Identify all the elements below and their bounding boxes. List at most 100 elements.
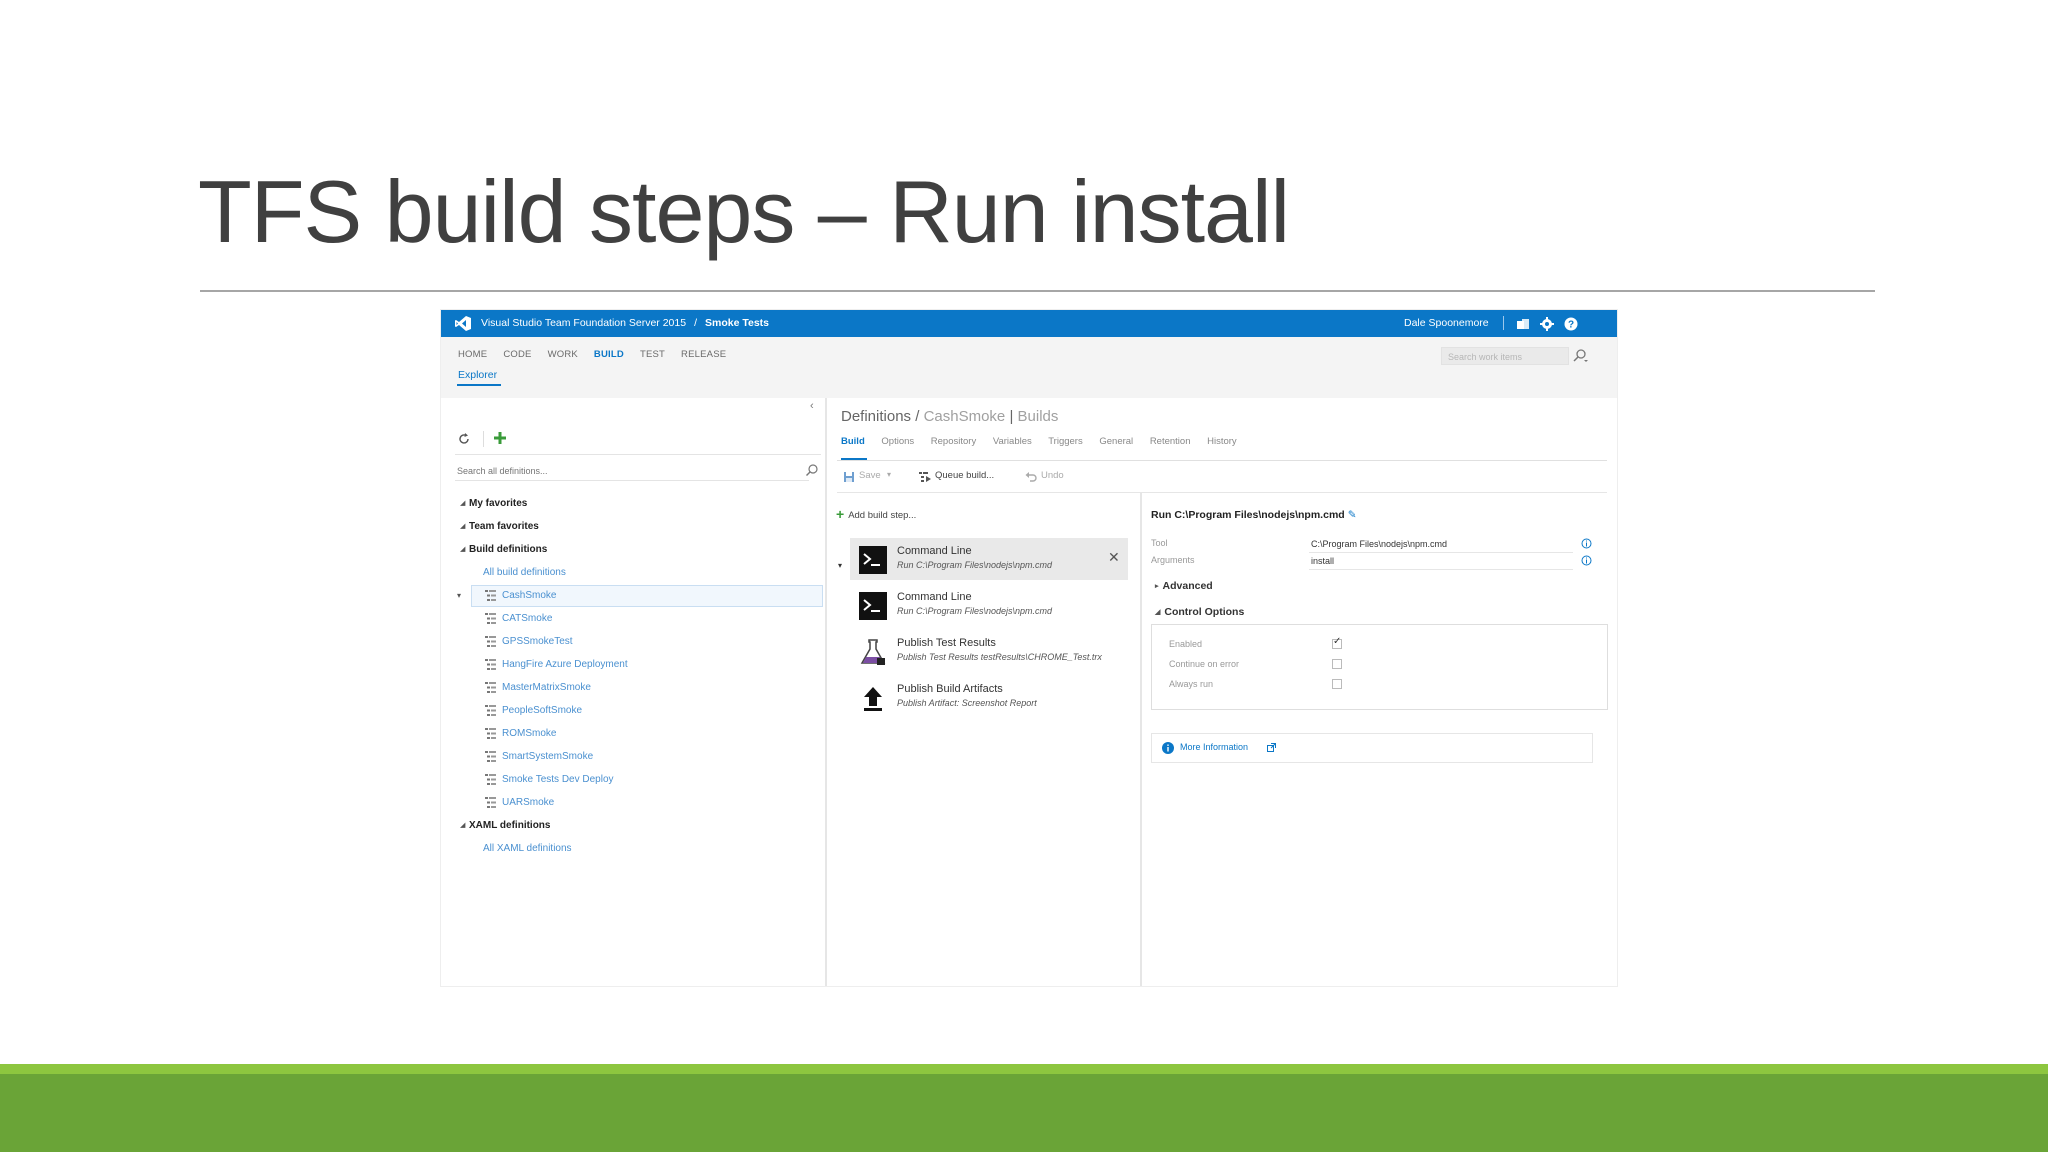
- definition-name: CATSmoke: [502, 613, 553, 624]
- search-icon[interactable]: [805, 463, 819, 477]
- tab-triggers[interactable]: Triggers: [1048, 436, 1083, 447]
- step-menu-caret-icon[interactable]: ▾: [838, 561, 842, 570]
- server-name[interactable]: Visual Studio Team Foundation Server 201…: [481, 317, 686, 329]
- tool-input[interactable]: [1309, 536, 1573, 553]
- breadcrumb-separator: /: [915, 408, 920, 425]
- tab-options[interactable]: Options: [881, 436, 914, 447]
- all-build-definitions-link[interactable]: All build definitions: [441, 561, 825, 584]
- edit-pencil-icon[interactable]: ✎: [1348, 509, 1357, 521]
- team-rooms-icon[interactable]: [1515, 316, 1531, 332]
- external-link-icon[interactable]: [1267, 743, 1276, 752]
- help-icon[interactable]: ?: [1563, 316, 1579, 332]
- always-run-checkbox[interactable]: [1332, 679, 1342, 689]
- expand-caret-icon[interactable]: ◢: [460, 538, 465, 561]
- search-icon[interactable]: [1572, 348, 1588, 364]
- expand-caret-icon[interactable]: ◢: [460, 515, 465, 538]
- hub-tabs: HOME CODE WORK BUILD TEST RELEASE: [458, 349, 742, 360]
- tfs-screenshot: Visual Studio Team Foundation Server 201…: [441, 310, 1617, 986]
- tree-item-smartsystemsmoke[interactable]: SmartSystemSmoke: [441, 745, 825, 768]
- build-definition-icon: [485, 774, 496, 785]
- build-step-item[interactable]: Publish Build Artifacts Publish Artifact…: [850, 676, 1128, 718]
- tab-general[interactable]: General: [1099, 436, 1133, 447]
- upload-arrow-icon: [864, 687, 882, 711]
- add-definition-icon[interactable]: [493, 431, 507, 445]
- step-title: Publish Test Results: [897, 637, 996, 649]
- control-options-section-toggle[interactable]: ◢ Control Options: [1155, 606, 1249, 618]
- tab-variables[interactable]: Variables: [993, 436, 1032, 447]
- expand-caret-icon[interactable]: ◢: [460, 492, 465, 515]
- enabled-checkbox[interactable]: [1332, 636, 1342, 649]
- more-information-link[interactable]: More Information: [1180, 742, 1248, 752]
- tree-item-mastermatrixsmoke[interactable]: MasterMatrixSmoke: [441, 676, 825, 699]
- footer-accent-stripe: [0, 1064, 2048, 1074]
- breadcrumb-definitions[interactable]: Definitions: [841, 408, 911, 425]
- definition-name: HangFire Azure Deployment: [502, 659, 628, 670]
- tree-item-catsmoke[interactable]: CATSmoke: [441, 607, 825, 630]
- always-run-label: Always run: [1169, 679, 1214, 689]
- tree-item-cashsmoke[interactable]: ▾ CashSmoke: [441, 584, 825, 607]
- definition-name: MasterMatrixSmoke: [502, 682, 591, 693]
- nav-home[interactable]: HOME: [458, 349, 487, 360]
- build-step-item[interactable]: Command Line Run C:\Program Files\nodejs…: [850, 538, 1128, 580]
- tree-item-hangfire-azure-deployment[interactable]: HangFire Azure Deployment: [441, 653, 825, 676]
- user-name[interactable]: Dale Spoonemore: [1404, 317, 1489, 329]
- work-item-search-input[interactable]: Search work items: [1441, 347, 1569, 365]
- continue-on-error-checkbox[interactable]: [1332, 659, 1342, 669]
- step-details-title: Run C:\Program Files\nodejs\npm.cmd ✎: [1151, 509, 1357, 521]
- nav-test[interactable]: TEST: [640, 349, 665, 360]
- tree-item-gpssmoketest[interactable]: GPSSmokeTest: [441, 630, 825, 653]
- arguments-label: Arguments: [1151, 555, 1195, 565]
- tree-item-smoke-tests-dev-deploy[interactable]: Smoke Tests Dev Deploy: [441, 768, 825, 791]
- advanced-section-toggle[interactable]: ▸ Advanced: [1155, 580, 1213, 592]
- nav-build[interactable]: BUILD: [594, 349, 624, 360]
- tree-group-team-favorites[interactable]: ◢ Team favorites: [441, 515, 825, 538]
- definition-search-input[interactable]: [455, 462, 809, 481]
- active-tab-indicator: [841, 458, 867, 460]
- definition-tabs: Build Options Repository Variables Trigg…: [841, 436, 1251, 447]
- add-build-step-button[interactable]: + Add build step...: [836, 506, 916, 522]
- tree-group-xaml-definitions[interactable]: ◢ XAML definitions: [441, 814, 825, 837]
- tree-group-my-favorites[interactable]: ◢ My favorites: [441, 492, 825, 515]
- more-information-box: More Information: [1151, 733, 1593, 763]
- definition-name: SmartSystemSmoke: [502, 751, 594, 762]
- tab-build[interactable]: Build: [841, 436, 865, 447]
- add-build-step-label: Add build step...: [848, 510, 917, 521]
- build-step-item[interactable]: Publish Test Results Publish Test Result…: [850, 630, 1128, 672]
- breadcrumb-pipe: |: [1009, 408, 1014, 425]
- visual-studio-logo-icon[interactable]: [455, 316, 471, 331]
- collapsed-caret-icon: ▸: [1155, 583, 1159, 590]
- tab-repository[interactable]: Repository: [931, 436, 976, 447]
- expand-caret-icon[interactable]: ◢: [460, 814, 465, 837]
- tab-retention[interactable]: Retention: [1150, 436, 1191, 447]
- tree-item-peoplesoftsmoke[interactable]: PeopleSoftSmoke: [441, 699, 825, 722]
- definition-name: ROMSmoke: [502, 728, 557, 739]
- info-icon[interactable]: [1581, 555, 1592, 566]
- tree-item-romsmoke[interactable]: ROMSmoke: [441, 722, 825, 745]
- nav-code[interactable]: CODE: [503, 349, 531, 360]
- step-subtitle: Run C:\Program Files\nodejs\npm.cmd: [897, 606, 1053, 616]
- tree-group-build-definitions[interactable]: ◢ Build definitions: [441, 538, 825, 561]
- tree-item-uarsmoke[interactable]: UARSmoke: [441, 791, 825, 814]
- build-definition-icon: [485, 590, 496, 601]
- panel-divider: [455, 454, 821, 455]
- nav-release[interactable]: RELEASE: [681, 349, 726, 360]
- subnav-explorer[interactable]: Explorer: [458, 369, 497, 381]
- project-name[interactable]: Smoke Tests: [705, 317, 769, 329]
- definitions-panel: ‹ ◢ My favorites ◢ Team favorites ◢ Buil…: [441, 398, 827, 986]
- save-dropdown-icon[interactable]: ▾: [887, 470, 891, 479]
- info-icon[interactable]: [1581, 538, 1592, 549]
- remove-step-close-icon[interactable]: ✕: [1108, 549, 1120, 566]
- refresh-icon[interactable]: [457, 432, 471, 446]
- tab-history[interactable]: History: [1207, 436, 1237, 447]
- context-menu-caret-icon[interactable]: ▾: [457, 584, 461, 607]
- build-step-item[interactable]: Command Line Run C:\Program Files\nodejs…: [850, 584, 1128, 626]
- svg-text:?: ?: [1568, 320, 1574, 331]
- arguments-input[interactable]: [1309, 553, 1573, 570]
- collapse-panel-icon[interactable]: ‹: [810, 400, 814, 412]
- expanded-caret-icon: ◢: [1155, 609, 1161, 616]
- all-xaml-definitions-link[interactable]: All XAML definitions: [441, 837, 825, 860]
- nav-work[interactable]: WORK: [548, 349, 578, 360]
- build-definition-icon: [485, 797, 496, 808]
- breadcrumb-builds-link[interactable]: Builds: [1018, 408, 1059, 425]
- settings-gear-icon[interactable]: [1539, 316, 1555, 332]
